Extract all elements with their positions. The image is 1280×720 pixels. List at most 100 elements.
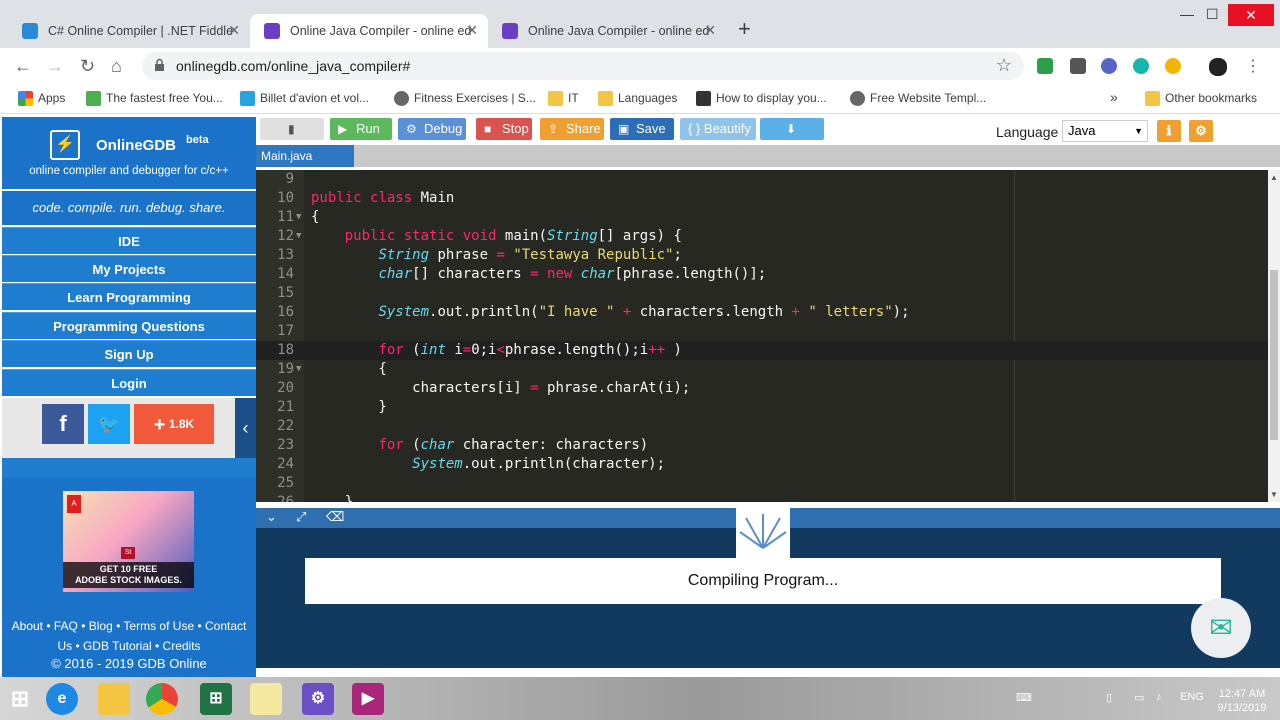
file-icon: ▮ — [288, 122, 295, 136]
home-icon[interactable]: ⌂ — [111, 56, 122, 76]
stock-logo-icon: St — [121, 547, 135, 559]
bookmark-item[interactable]: Fitness Exercises | S... — [394, 91, 536, 106]
internet-explorer-icon[interactable]: e — [46, 683, 78, 715]
mail-icon[interactable]: ✉ — [1191, 598, 1251, 658]
expand-console-icon[interactable]: ⤢ — [296, 509, 306, 525]
file-explorer-icon[interactable] — [98, 683, 130, 715]
maximize-icon[interactable]: ☐ — [1206, 6, 1219, 23]
chrome-icon[interactable] — [146, 683, 178, 715]
back-arrow-icon[interactable]: ← — [14, 56, 32, 76]
ad-text: GET 10 FREE ADOBE STOCK IMAGES. — [63, 562, 194, 588]
code-line: 24 System.out.println(character); — [277, 456, 666, 472]
globe-icon — [394, 91, 409, 106]
nav-sign-up[interactable]: Sign Up — [2, 340, 256, 367]
video-recorder-icon[interactable]: ▶ — [352, 683, 384, 715]
scroll-down-icon[interactable]: ▼ — [1270, 490, 1278, 499]
scroll-up-icon[interactable]: ▲ — [1270, 173, 1278, 182]
debug-button[interactable]: ⚙ Debug — [398, 118, 466, 140]
device-icon[interactable]: ▯ — [1106, 691, 1112, 704]
clear-console-icon[interactable]: ⌫ — [326, 509, 344, 525]
forward-arrow-icon[interactable]: → — [46, 56, 64, 76]
share-count-button[interactable]: + 1.8K — [134, 404, 214, 444]
download-icon: ⬇ — [786, 122, 797, 136]
nav-learn-programming[interactable]: Learn Programming — [2, 283, 256, 310]
bookmark-item[interactable]: The fastest free You... — [86, 91, 223, 106]
extension-facebook-icon[interactable] — [1070, 58, 1086, 74]
run-button[interactable]: ▶ Run — [330, 118, 392, 140]
new-tab-button[interactable]: + — [738, 18, 751, 40]
windows-start-icon[interactable]: ⊞ — [4, 683, 36, 715]
volume-icon[interactable]: ♪ — [1156, 691, 1162, 703]
system-clock[interactable]: 12:47 AM 9/13/2019 — [1212, 687, 1272, 715]
settings-gear-icon[interactable]: ⚙ — [1189, 120, 1213, 142]
address-bar[interactable]: onlinegdb.com/online_java_compiler# ☆ — [142, 52, 1024, 80]
footer-links[interactable]: About • FAQ • Blog • Terms of Use • Cont… — [2, 616, 256, 656]
stop-button[interactable]: ■ Stop — [476, 118, 532, 140]
facebook-icon[interactable]: f — [42, 404, 84, 444]
other-bookmarks-folder[interactable]: Other bookmarks — [1145, 91, 1257, 106]
extension-c-icon[interactable] — [1165, 58, 1181, 74]
airline-icon — [240, 91, 255, 106]
bookmark-apps[interactable]: Apps — [18, 91, 65, 106]
keyboard-icon[interactable]: ⌨ — [1016, 691, 1032, 704]
download-button[interactable]: ⬇ — [760, 118, 824, 140]
excel-icon[interactable]: ⊞ — [200, 683, 232, 715]
editor-scrollbar[interactable]: ▲ ▼ — [1268, 170, 1280, 502]
code-line: 21 } — [277, 399, 387, 415]
close-icon[interactable]: ✕ — [466, 22, 478, 39]
bookmark-item[interactable]: How to display you... — [696, 91, 827, 106]
code-editor[interactable]: 9 10 public class Main 11 ▼{ 12 ▼ public st… — [256, 170, 1268, 502]
scroll-thumb[interactable] — [1270, 270, 1278, 440]
bookmark-item[interactable]: Billet d'avion et vol... — [240, 91, 369, 106]
file-tab-main-java[interactable]: Main.java — [256, 145, 354, 167]
reload-icon[interactable]: ↻ — [80, 56, 95, 76]
bookmarks-overflow-button[interactable]: » — [1110, 89, 1118, 105]
nav-my-projects[interactable]: My Projects — [2, 255, 256, 282]
bookmark-folder-languages[interactable]: Languages — [598, 91, 677, 106]
share-count: 1.8K — [168, 417, 195, 431]
sticky-notes-icon[interactable] — [250, 683, 282, 715]
adobe-stock-ad[interactable]: A St GET 10 FREE ADOBE STOCK IMAGES. — [63, 491, 194, 592]
nav-programming-questions[interactable]: Programming Questions — [2, 312, 256, 339]
minimize-icon[interactable]: — — [1180, 6, 1194, 22]
lock-icon — [155, 58, 164, 71]
close-icon[interactable]: ✕ — [228, 22, 240, 39]
network-icon[interactable]: ▭ — [1134, 691, 1144, 704]
language-select[interactable]: Java ▼ — [1062, 120, 1148, 142]
nav-login[interactable]: Login — [2, 369, 256, 396]
share-button[interactable]: ⇪ Share — [540, 118, 604, 140]
input-language[interactable]: ENG — [1180, 691, 1204, 703]
nav-ide[interactable]: IDE — [2, 227, 256, 254]
new-file-button[interactable]: ▮ — [260, 118, 324, 140]
save-button[interactable]: ▣ Save — [610, 118, 674, 140]
info-icon[interactable]: ℹ — [1157, 120, 1181, 142]
bookmark-folder-it[interactable]: IT — [548, 91, 579, 106]
sidebar-band — [2, 458, 256, 478]
menu-dots-icon[interactable]: ⋮ — [1245, 56, 1261, 76]
browser-tab-onlinegdb-active[interactable]: Online Java Compiler - online ed ✕ — [250, 14, 488, 48]
brand-header[interactable]: ⚡ OnlineGDB beta online compiler and deb… — [2, 117, 256, 189]
collapse-console-chevron-icon[interactable]: ⌄ — [266, 509, 277, 525]
extension-shield-icon[interactable] — [1037, 58, 1053, 74]
bookmark-star-icon[interactable]: ☆ — [996, 55, 1012, 76]
settings-gear-icon[interactable]: ⚙ — [302, 683, 334, 715]
plus-icon: + — [153, 413, 166, 436]
close-icon[interactable]: ✕ — [704, 22, 716, 39]
extension-r-icon[interactable] — [1101, 58, 1117, 74]
social-share-bar: f 🐦 + 1.8K — [2, 398, 256, 458]
profile-avatar[interactable] — [1209, 58, 1227, 76]
twitter-icon[interactable]: 🐦 — [88, 404, 130, 444]
bookmark-item[interactable]: Free Website Templ... — [850, 91, 986, 106]
console-footer — [256, 668, 1280, 677]
beautify-button[interactable]: { } Beautify — [680, 118, 756, 140]
ide-toolbar: ▮ ▶ Run ⚙ Debug ■ Stop ⇪ Share ▣ Save { } Bea… — [256, 115, 1280, 145]
browser-tab-onlinegdb[interactable]: Online Java Compiler - online ed ✕ — [488, 14, 726, 48]
console-output[interactable]: Compiling Program... — [256, 508, 1280, 668]
onlinegdb-logo-icon: ⚡ — [50, 130, 80, 160]
window-close-icon[interactable]: ✕ — [1228, 4, 1274, 26]
code-line: 25 — [277, 475, 294, 491]
collapse-sidebar-chevron-icon[interactable]: ‹ — [235, 398, 256, 458]
brand-beta: beta — [186, 134, 209, 146]
extension-m-icon[interactable] — [1133, 58, 1149, 74]
browser-tab-dotnetfiddle[interactable]: C# Online Compiler | .NET Fiddle ✕ — [8, 14, 250, 48]
